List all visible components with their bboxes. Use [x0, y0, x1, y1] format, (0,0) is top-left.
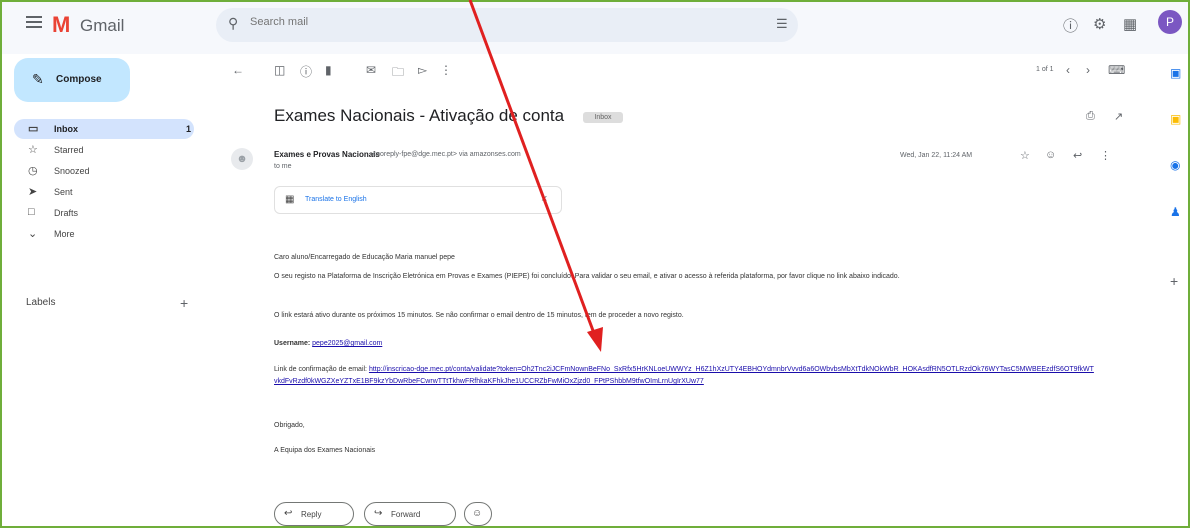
search-icon[interactable]: ⚲ [228, 15, 238, 32]
draft-icon: □ [28, 206, 35, 218]
inbox-icon: ▭ [28, 123, 39, 135]
reply-arrow-icon: ↩ [284, 508, 293, 519]
print-icon[interactable]: ⎙ [1086, 110, 1095, 123]
sidebar-item-sent[interactable]: ➤ Sent [14, 182, 194, 202]
email-paragraph: O seu registo na Plataforma de Inscrição… [274, 273, 900, 280]
star-message-icon[interactable]: ☆ [1020, 149, 1030, 162]
confirmation-link-label: Link de confirmação de email: [274, 366, 367, 373]
apps-grid-icon[interactable]: ▦ [1123, 15, 1137, 33]
screenshot-frame [0, 0, 1190, 528]
more-actions-icon[interactable]: ⋮ [1100, 149, 1111, 162]
emoji-icon: ☺ [472, 508, 483, 519]
sidebar-item-starred[interactable]: ☆ Starred [14, 140, 194, 160]
calendar-icon[interactable]: ▣ [1170, 66, 1181, 80]
email-signature: A Equipa dos Exames Nacionais [274, 447, 376, 454]
pagination-count: 1 of 1 [1036, 66, 1054, 73]
forward-arrow-icon: ↪ [374, 508, 383, 519]
mark-unread-icon[interactable]: ✉ [366, 63, 376, 77]
open-new-window-icon[interactable]: ↗ [1114, 110, 1123, 123]
sender-avatar: ☻ [231, 148, 253, 170]
add-label-icon[interactable]: + [180, 295, 188, 311]
sidebar-item-inbox[interactable]: ▭ Inbox 1 [14, 119, 194, 139]
compose-button[interactable]: ✎ Compose [14, 58, 130, 102]
email-thanks: Obrigado, [274, 422, 305, 429]
pencil-icon: ✎ [32, 71, 44, 87]
forward-button[interactable]: ↪ Forward [364, 502, 456, 526]
reply-button[interactable]: ↩ Reply [274, 502, 354, 526]
more-options-icon[interactable]: ⋮ [440, 63, 452, 77]
close-icon[interactable]: × [541, 193, 547, 205]
forward-label: Forward [391, 510, 421, 519]
labels-icon[interactable]: ▻ [418, 63, 427, 77]
username-label: Username: [274, 340, 311, 347]
report-spam-icon[interactable]: ⓘ [300, 63, 312, 80]
clock-icon: ◷ [28, 165, 38, 177]
older-chevron-icon[interactable]: › [1086, 63, 1090, 77]
sidebar-item-drafts[interactable]: □ Drafts [14, 203, 194, 223]
emoji-reply-button[interactable]: ☺ [464, 502, 492, 526]
inbox-unread-count: 1 [186, 124, 192, 134]
inbox-label-badge[interactable]: Inbox [583, 112, 623, 123]
compose-label: Compose [56, 74, 102, 85]
sidebar-item-more[interactable]: ⌄ More [14, 224, 194, 244]
get-addons-icon[interactable]: + [1170, 273, 1178, 289]
translate-icon: ▦ [285, 194, 295, 205]
sidebar-item-label: Sent [54, 187, 73, 197]
tasks-icon[interactable]: ◉ [1170, 158, 1180, 172]
email-date: Wed, Jan 22, 11:24 AM [900, 152, 973, 159]
search-bar[interactable]: ⚲ ☰ [216, 8, 798, 42]
app-title[interactable]: Gmail [80, 16, 124, 36]
newer-chevron-icon[interactable]: ‹ [1066, 63, 1070, 77]
sidebar-item-label: Starred [54, 145, 84, 155]
contacts-icon[interactable]: ♟ [1170, 205, 1181, 219]
settings-gear-icon[interactable]: ⚙ [1093, 15, 1106, 33]
gmail-logo-icon[interactable]: M [52, 12, 70, 38]
help-icon[interactable]: ⓘ [1063, 15, 1078, 36]
confirmation-link-line: Link de confirmação de email: http://ins… [274, 364, 1094, 388]
archive-icon[interactable]: ◫ [274, 63, 285, 77]
sidebar-item-label: More [54, 229, 75, 239]
delete-icon[interactable]: ▮ [325, 63, 332, 77]
star-icon: ☆ [28, 144, 38, 156]
sidebar-item-label: Snoozed [54, 166, 90, 176]
translate-link[interactable]: Translate to English [305, 196, 367, 203]
emoji-react-icon[interactable]: ☺ [1045, 149, 1056, 161]
account-avatar[interactable]: P [1158, 10, 1182, 34]
sidebar-item-label: Drafts [54, 208, 79, 218]
keep-icon[interactable]: ▣ [1170, 112, 1181, 126]
back-arrow-icon[interactable]: ← [232, 63, 244, 77]
reply-label: Reply [301, 510, 322, 519]
main-menu-icon[interactable] [26, 16, 42, 28]
reply-icon[interactable]: ↩ [1073, 149, 1082, 162]
email-subject: Exames Nacionais - Ativação de conta [274, 106, 565, 125]
filter-options-icon[interactable]: ☰ [776, 16, 788, 32]
sidebar-item-snoozed[interactable]: ◷ Snoozed [14, 161, 194, 181]
sidebar-item-label: Inbox [54, 124, 78, 134]
email-paragraph: O link estará ativo durante os próximos … [274, 312, 684, 319]
send-icon: ➤ [28, 186, 38, 198]
confirmation-link[interactable]: http://inscricao-dge.mec.pt/conta/valida… [274, 366, 1094, 385]
move-to-icon[interactable]: 🗀 [392, 63, 404, 84]
translate-bar: ▦ Translate to English × [274, 186, 562, 214]
sender-name: Exames e Provas Nacionais [274, 150, 380, 159]
username-email-link[interactable]: pepe2025@gmail.com [312, 340, 382, 347]
input-tools-icon[interactable]: ⌨ [1108, 63, 1125, 77]
sender-email: <noreply-fpe@dge.mec.pt> via amazonses.c… [372, 151, 521, 158]
recipient-details-toggle[interactable]: to me [274, 163, 292, 170]
chevron-down-icon: ⌄ [28, 228, 38, 240]
username-line: Username: pepe2025@gmail.com [274, 338, 1134, 350]
labels-heading: Labels [26, 297, 56, 308]
search-input[interactable] [250, 16, 750, 28]
email-greeting: Caro aluno/Encarregado de Educação Maria… [274, 254, 455, 261]
